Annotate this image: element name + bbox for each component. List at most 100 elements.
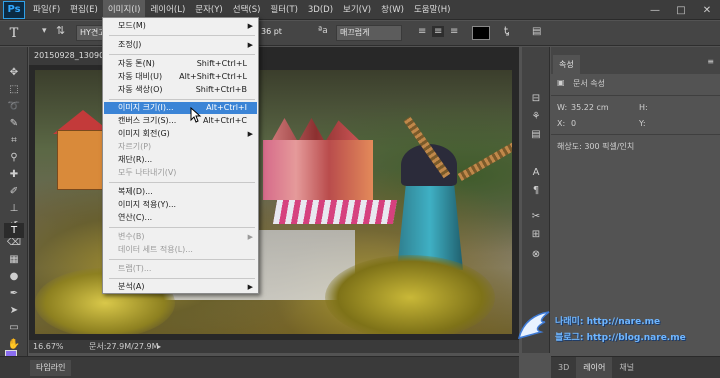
- photoshop-logo: Ps: [3, 0, 25, 19]
- panel-menu-icon[interactable]: ≡: [707, 57, 714, 66]
- y-label: Y:: [639, 119, 646, 128]
- submenu-arrow-icon: ▶: [247, 233, 253, 241]
- menu-item-trap[interactable]: 트랩(T)...: [104, 263, 257, 275]
- clone-stamp-tool-icon[interactable]: ⊥: [4, 201, 24, 216]
- move-tool-icon[interactable]: ✥: [4, 65, 24, 80]
- tab-properties[interactable]: 속성: [553, 55, 580, 74]
- status-arrow-icon[interactable]: ▸: [157, 340, 161, 353]
- menu-item-duplicate[interactable]: 복제(D)...: [104, 186, 257, 198]
- divider: [551, 95, 720, 96]
- text-color-swatch[interactable]: [472, 26, 490, 40]
- menu-item-auto-contrast[interactable]: 자동 대비(U) Alt+Shift+Ctrl+L: [104, 71, 257, 83]
- menu-separator: [109, 259, 255, 260]
- properties-header: 속성 ≡: [551, 47, 720, 74]
- gradient-tool-icon[interactable]: ▦: [4, 252, 24, 267]
- brush-tool-icon[interactable]: ✐: [4, 184, 24, 199]
- type-tool-icon[interactable]: T: [0, 26, 28, 41]
- menu-item-reveal-all[interactable]: 모두 나타내기(V): [104, 167, 257, 179]
- resolution-text: 해상도: 300 픽셀/인치: [557, 142, 635, 151]
- menu-item-auto-tone[interactable]: 자동 톤(N) Shift+Ctrl+L: [104, 58, 257, 70]
- pen-tool-icon[interactable]: ✒: [4, 286, 24, 301]
- menu-item-image-size[interactable]: 이미지 크기(I)... Alt+Ctrl+I: [104, 102, 257, 114]
- history-icon[interactable]: ⊟: [528, 91, 544, 105]
- font-family-select[interactable]: HY견고: [76, 25, 104, 41]
- tab-channels[interactable]: 채널: [612, 357, 641, 378]
- roof-row: [271, 118, 361, 142]
- align-left-icon[interactable]: ≡: [418, 26, 426, 37]
- x-value[interactable]: 0: [571, 119, 576, 128]
- quick-select-tool-icon[interactable]: ✎: [4, 116, 24, 131]
- font-size-select[interactable]: 36 pt: [258, 25, 308, 41]
- text-orientation-icon[interactable]: ⇅: [56, 24, 65, 37]
- chevron-down-icon[interactable]: ▾: [42, 26, 47, 36]
- watermark: 나래미: http://nare.me 블로그: http://blog.nar…: [515, 306, 720, 352]
- submenu-arrow-icon: ▶: [247, 22, 253, 30]
- image-menu-dropdown: 모드(M) ▶ 조정(J) ▶ 자동 톤(N) Shift+Ctrl+L 자동 대비(…: [102, 17, 259, 294]
- antialias-select[interactable]: 매끄럽게: [336, 25, 402, 41]
- windmill-blade-2: [457, 139, 512, 181]
- height-label: H:: [639, 103, 648, 112]
- submenu-arrow-icon: ▶: [247, 41, 253, 49]
- menu-item-trim[interactable]: 재단(R)...: [104, 154, 257, 166]
- eyedropper-tool-icon[interactable]: ⚲: [4, 150, 24, 165]
- libraries-icon[interactable]: ⊗: [528, 247, 544, 261]
- building-orange: [57, 130, 105, 190]
- crop-tool-icon[interactable]: ⌗: [4, 133, 24, 148]
- character-panel-icon[interactable]: ▤: [532, 26, 541, 37]
- lasso-tool-icon[interactable]: ➰: [4, 99, 24, 114]
- paragraph-icon[interactable]: ¶: [528, 183, 544, 197]
- menu-item-crop[interactable]: 자르기(P): [104, 141, 257, 153]
- tab-layers[interactable]: 레이어: [576, 357, 613, 378]
- close-button[interactable]: ✕: [694, 0, 720, 20]
- menu-item-mode[interactable]: 모드(M) ▶: [104, 20, 257, 32]
- marquee-tool-icon[interactable]: ⬚: [4, 82, 24, 97]
- menu-help[interactable]: 도움말(H): [409, 0, 455, 20]
- menu-item-image-rotation[interactable]: 이미지 회전(G) ▶: [104, 128, 257, 140]
- menu-separator: [109, 182, 255, 183]
- menu-window[interactable]: 창(W): [376, 0, 409, 20]
- menu-item-analysis[interactable]: 분석(A) ▶: [104, 281, 257, 293]
- align-right-icon[interactable]: ≡: [450, 26, 458, 37]
- type-tool-active-icon[interactable]: T: [4, 223, 24, 238]
- menu-file[interactable]: 파일(F): [28, 0, 65, 20]
- striped-awning: [272, 200, 398, 224]
- maximize-button[interactable]: □: [668, 0, 694, 20]
- menu-item-adjustments[interactable]: 조정(J) ▶: [104, 39, 257, 51]
- menu-item-canvas-size[interactable]: 캔버스 크기(S)... Alt+Ctrl+C: [104, 115, 257, 127]
- width-value[interactable]: 35.22 cm: [571, 103, 609, 112]
- bottom-panel-tabs: 3D 레이어 채널: [551, 356, 720, 378]
- warp-text-icon[interactable]: Ꮏ: [504, 26, 509, 37]
- menu-edit[interactable]: 편집(E): [65, 0, 103, 20]
- minimize-button[interactable]: —: [642, 0, 668, 20]
- menu-separator: [109, 35, 255, 36]
- tools-icon[interactable]: ✂: [528, 209, 544, 223]
- width-label: W:: [557, 103, 568, 112]
- menu-item-calculations[interactable]: 연산(C)...: [104, 212, 257, 224]
- zoom-level[interactable]: 16.67%: [33, 340, 64, 353]
- menu-filter[interactable]: 필터(T): [265, 0, 302, 20]
- menu-3d[interactable]: 3D(D): [303, 0, 338, 20]
- adjustments-icon[interactable]: ⚘: [528, 109, 544, 123]
- submenu-arrow-icon: ▶: [247, 130, 253, 138]
- menu-item-apply-data-set[interactable]: 데이터 세트 적용(L)...: [104, 244, 257, 256]
- menu-separator: [109, 99, 255, 100]
- rectangle-tool-icon[interactable]: ▭: [4, 320, 24, 335]
- tab-3d[interactable]: 3D: [551, 357, 576, 378]
- menu-view[interactable]: 보기(V): [338, 0, 376, 20]
- path-select-tool-icon[interactable]: ➤: [4, 303, 24, 318]
- menu-item-variables[interactable]: 변수(B) ▶: [104, 231, 257, 243]
- divider: [551, 134, 720, 135]
- properties-icon[interactable]: ▤: [528, 127, 544, 141]
- tab-timeline[interactable]: 타임라인: [30, 360, 72, 376]
- healing-brush-tool-icon[interactable]: ✚: [4, 167, 24, 182]
- brush-settings-icon[interactable]: ⊞: [528, 227, 544, 241]
- character-icon[interactable]: A: [528, 165, 544, 179]
- x-label: X:: [557, 119, 566, 128]
- building-row: [263, 140, 373, 200]
- align-center-icon[interactable]: ≡: [432, 26, 445, 37]
- watermark-line-2: 블로그: http://blog.nare.me: [555, 333, 686, 343]
- menu-item-apply-image[interactable]: 이미지 적용(Y)...: [104, 199, 257, 211]
- menu-item-auto-color[interactable]: 자동 색상(O) Shift+Ctrl+B: [104, 84, 257, 96]
- dodge-tool-icon[interactable]: ●: [4, 269, 24, 284]
- submenu-arrow-icon: ▶: [247, 283, 253, 291]
